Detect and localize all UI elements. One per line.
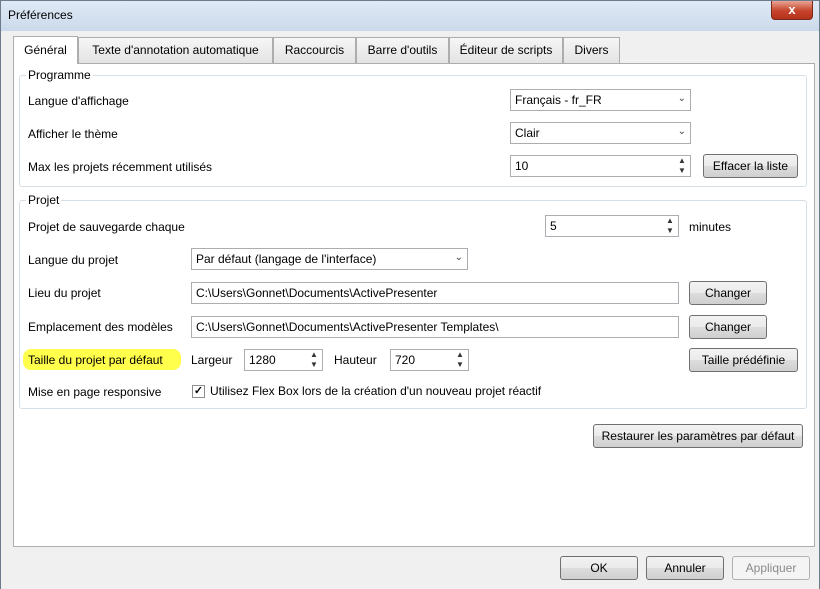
- recent-projects-label: Max les projets récemment utilisés: [28, 160, 213, 174]
- chevron-down-icon: ⌄: [454, 252, 463, 263]
- recent-projects-value: 10: [515, 159, 529, 173]
- chevron-down-icon: ⌄: [677, 126, 686, 137]
- autosave-unit: minutes: [689, 220, 732, 234]
- restore-defaults-button[interactable]: Restaurer les paramètres par défaut: [593, 424, 803, 448]
- chevron-down-icon: ⌄: [677, 93, 686, 104]
- chevron-up-icon[interactable]: ▲: [664, 216, 676, 226]
- tab-shortcuts[interactable]: Raccourcis: [273, 37, 356, 63]
- cancel-button[interactable]: Annuler: [646, 556, 724, 580]
- display-language-select[interactable]: Français - fr_FR ⌄: [510, 89, 691, 111]
- autosave-spinner[interactable]: 5 ▲ ▼: [545, 215, 679, 237]
- width-label: Largeur: [191, 353, 233, 367]
- check-icon: ✓: [193, 385, 204, 397]
- default-size-label: Taille du projet par défaut: [28, 353, 163, 367]
- theme-value: Clair: [515, 126, 540, 140]
- height-value: 720: [395, 353, 416, 367]
- close-icon: x: [788, 2, 796, 17]
- height-label: Hauteur: [334, 353, 377, 367]
- chevron-up-icon[interactable]: ▲: [676, 156, 688, 166]
- change-project-location-button[interactable]: Changer: [689, 281, 767, 305]
- ok-button[interactable]: OK: [560, 556, 638, 580]
- templates-location-label: Emplacement des modèles: [28, 320, 173, 334]
- chevron-up-icon[interactable]: ▲: [454, 350, 466, 360]
- project-location-field[interactable]: C:\Users\Gonnet\Documents\ActivePresente…: [191, 282, 679, 304]
- templates-location-value: C:\Users\Gonnet\Documents\ActivePresente…: [196, 320, 499, 334]
- window-title: Préférences: [8, 8, 73, 22]
- change-templates-location-button[interactable]: Changer: [689, 315, 767, 339]
- flexbox-checkbox[interactable]: ✓: [192, 385, 205, 398]
- chevron-down-icon[interactable]: ▼: [664, 226, 676, 236]
- theme-label: Afficher le thème: [28, 127, 118, 141]
- project-language-label: Langue du projet: [28, 253, 119, 267]
- tab-misc[interactable]: Divers: [563, 37, 620, 63]
- clear-list-button[interactable]: Effacer la liste: [703, 154, 798, 178]
- preset-size-button[interactable]: Taille prédéfinie: [689, 348, 798, 372]
- chevron-up-icon[interactable]: ▲: [308, 350, 320, 360]
- chevron-down-icon[interactable]: ▼: [676, 166, 688, 176]
- project-language-value: Par défaut (langage de l'interface): [196, 252, 377, 266]
- templates-location-field[interactable]: C:\Users\Gonnet\Documents\ActivePresente…: [191, 316, 679, 338]
- tab-script-editor[interactable]: Éditeur de scripts: [449, 37, 563, 63]
- autosave-label: Projet de sauvegarde chaque: [28, 220, 185, 234]
- display-language-value: Français - fr_FR: [515, 93, 602, 107]
- height-spinner[interactable]: 720 ▲ ▼: [390, 349, 469, 371]
- project-location-value: C:\Users\Gonnet\Documents\ActivePresente…: [196, 286, 438, 300]
- project-language-select[interactable]: Par défaut (langage de l'interface) ⌄: [191, 248, 468, 270]
- theme-select[interactable]: Clair ⌄: [510, 122, 691, 144]
- width-value: 1280: [249, 353, 276, 367]
- apply-button[interactable]: Appliquer: [732, 556, 810, 580]
- width-spinner[interactable]: 1280 ▲ ▼: [244, 349, 323, 371]
- tab-auto-annotation[interactable]: Texte d'annotation automatique: [78, 37, 273, 63]
- title-bar: Préférences x: [1, 1, 819, 31]
- tab-general[interactable]: Général: [13, 36, 78, 64]
- chevron-down-icon[interactable]: ▼: [308, 360, 320, 370]
- preferences-dialog: Préférences x Général Texte d'annotation…: [0, 0, 820, 589]
- tab-toolbar[interactable]: Barre d'outils: [356, 37, 449, 63]
- flexbox-checkbox-label[interactable]: Utilisez Flex Box lors de la création d'…: [210, 384, 541, 398]
- project-location-label: Lieu du projet: [28, 286, 101, 300]
- programme-legend: Programme: [28, 68, 91, 82]
- recent-projects-spinner[interactable]: 10 ▲ ▼: [510, 155, 691, 177]
- display-language-label: Langue d'affichage: [28, 94, 129, 108]
- autosave-value: 5: [550, 219, 557, 233]
- close-button[interactable]: x: [771, 1, 813, 20]
- responsive-label: Mise en page responsive: [28, 385, 162, 399]
- chevron-down-icon[interactable]: ▼: [454, 360, 466, 370]
- projet-legend: Projet: [28, 193, 60, 207]
